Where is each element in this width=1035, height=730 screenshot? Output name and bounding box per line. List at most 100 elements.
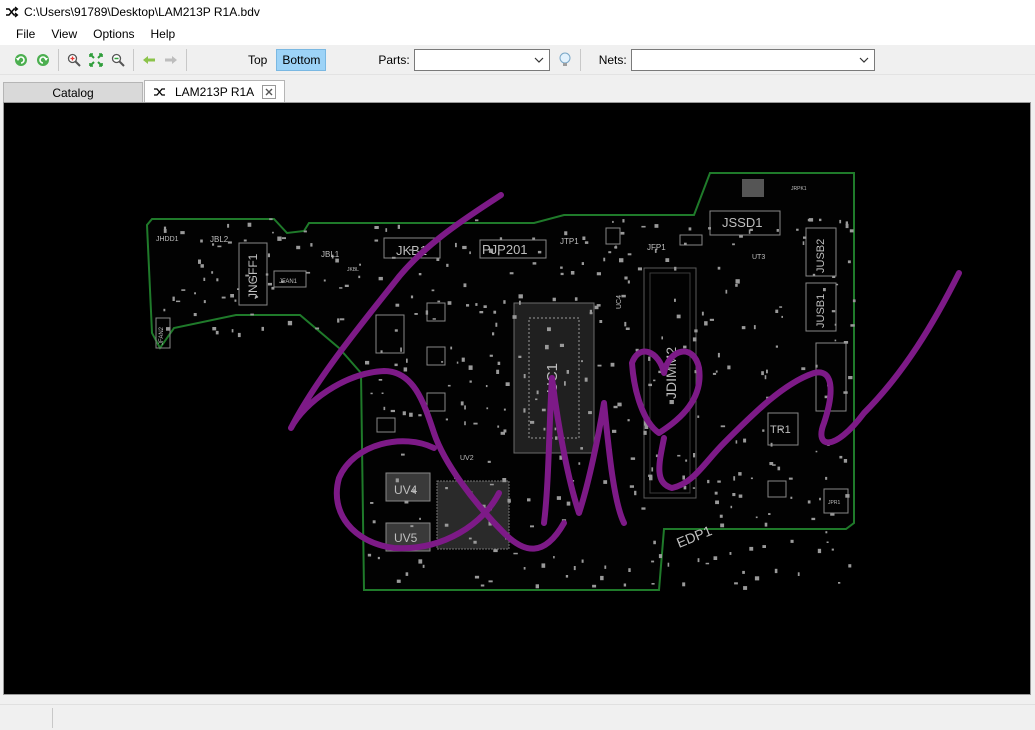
pad [543, 427, 546, 431]
pad [625, 327, 630, 330]
pad [715, 500, 719, 505]
pad [480, 584, 485, 587]
pad [446, 263, 449, 267]
pad [203, 277, 206, 281]
pad [682, 475, 685, 480]
pad [581, 262, 584, 265]
menu-view[interactable]: View [43, 27, 85, 41]
pad [296, 245, 301, 250]
forward-button[interactable] [160, 49, 182, 71]
pad [566, 501, 571, 506]
pad [584, 241, 589, 244]
menu-file[interactable]: File [8, 27, 43, 41]
pad [403, 367, 408, 372]
pad [265, 273, 269, 276]
pad [269, 218, 273, 221]
pad [661, 336, 663, 340]
pad [627, 253, 632, 256]
pad [445, 487, 448, 490]
pad [367, 553, 372, 557]
pad [808, 218, 814, 222]
pad [641, 225, 646, 228]
pad [277, 236, 282, 241]
tab-board[interactable]: LAM213P R1A [144, 80, 285, 103]
shuffle-icon [6, 6, 19, 17]
pad [779, 306, 783, 308]
pad [651, 583, 655, 585]
pad [227, 223, 230, 228]
pad [441, 361, 444, 363]
pad [582, 236, 586, 240]
pad [455, 242, 457, 248]
pad [310, 243, 313, 247]
pad [217, 245, 222, 248]
pad [637, 267, 642, 271]
pad [404, 500, 409, 504]
menu-help[interactable]: Help [143, 27, 184, 41]
back-button[interactable] [138, 49, 160, 71]
label-jngff: JNGFF1 [246, 253, 260, 299]
board-viewer[interactable]: JKB1 PJP201 JTP1 JFP1 JSSD1 JNGFF1 JDIMM… [3, 102, 1031, 695]
pad [665, 258, 670, 262]
pad [530, 420, 535, 424]
pad [832, 275, 836, 278]
pad [372, 520, 376, 524]
pad [581, 360, 583, 363]
highlight-button[interactable] [554, 49, 576, 71]
zoom-fit-button[interactable] [85, 49, 107, 71]
pad [836, 283, 839, 286]
zoom-in-button[interactable] [63, 49, 85, 71]
pad [739, 235, 743, 238]
tab-catalog[interactable]: Catalog [3, 82, 143, 103]
pad [172, 296, 175, 301]
pad [212, 327, 217, 331]
pad [489, 483, 494, 486]
nets-combobox[interactable] [630, 48, 875, 71]
pad [743, 438, 747, 443]
pad [359, 263, 361, 266]
pad [825, 531, 828, 534]
pad [762, 545, 766, 548]
pad [610, 362, 615, 367]
toolbar-separator [58, 48, 59, 71]
top-layer-button[interactable]: Top [243, 49, 272, 71]
pad [402, 411, 406, 416]
pad [163, 229, 167, 233]
pad [394, 329, 398, 332]
label-jhdd: JHDD1 [156, 236, 179, 243]
pad [653, 540, 656, 545]
label-jbl2: JBL2 [210, 235, 229, 244]
parts-combobox[interactable] [413, 48, 550, 71]
pad [468, 537, 472, 540]
close-tab-button[interactable] [262, 85, 277, 99]
label-ut3: UT3 [752, 254, 765, 261]
rotate-left-button[interactable] [10, 49, 32, 71]
pad [697, 558, 700, 563]
pad [485, 385, 488, 388]
pad [564, 381, 566, 386]
pad [337, 318, 340, 323]
pad [444, 523, 449, 527]
pad [775, 309, 779, 313]
zoom-out-button[interactable] [107, 49, 129, 71]
menu-options[interactable]: Options [85, 27, 142, 41]
rotate-right-button[interactable] [32, 49, 54, 71]
bottom-layer-button[interactable]: Bottom [276, 48, 327, 71]
pad [425, 310, 429, 315]
pad [825, 476, 828, 480]
label-jtp: JTP1 [560, 237, 579, 246]
pad [648, 474, 653, 477]
pad [613, 405, 618, 409]
pad [580, 447, 583, 450]
pad [768, 513, 771, 515]
pad [608, 251, 612, 254]
board-canvas[interactable]: JKB1 PJP201 JTP1 JFP1 JSSD1 JNGFF1 JDIMM… [4, 103, 1030, 694]
pad [797, 572, 800, 576]
pad [513, 552, 518, 555]
pad [216, 278, 219, 282]
pad [823, 288, 826, 292]
pad [713, 556, 718, 560]
pad [715, 370, 718, 373]
pad [589, 312, 593, 315]
pad [777, 466, 781, 471]
